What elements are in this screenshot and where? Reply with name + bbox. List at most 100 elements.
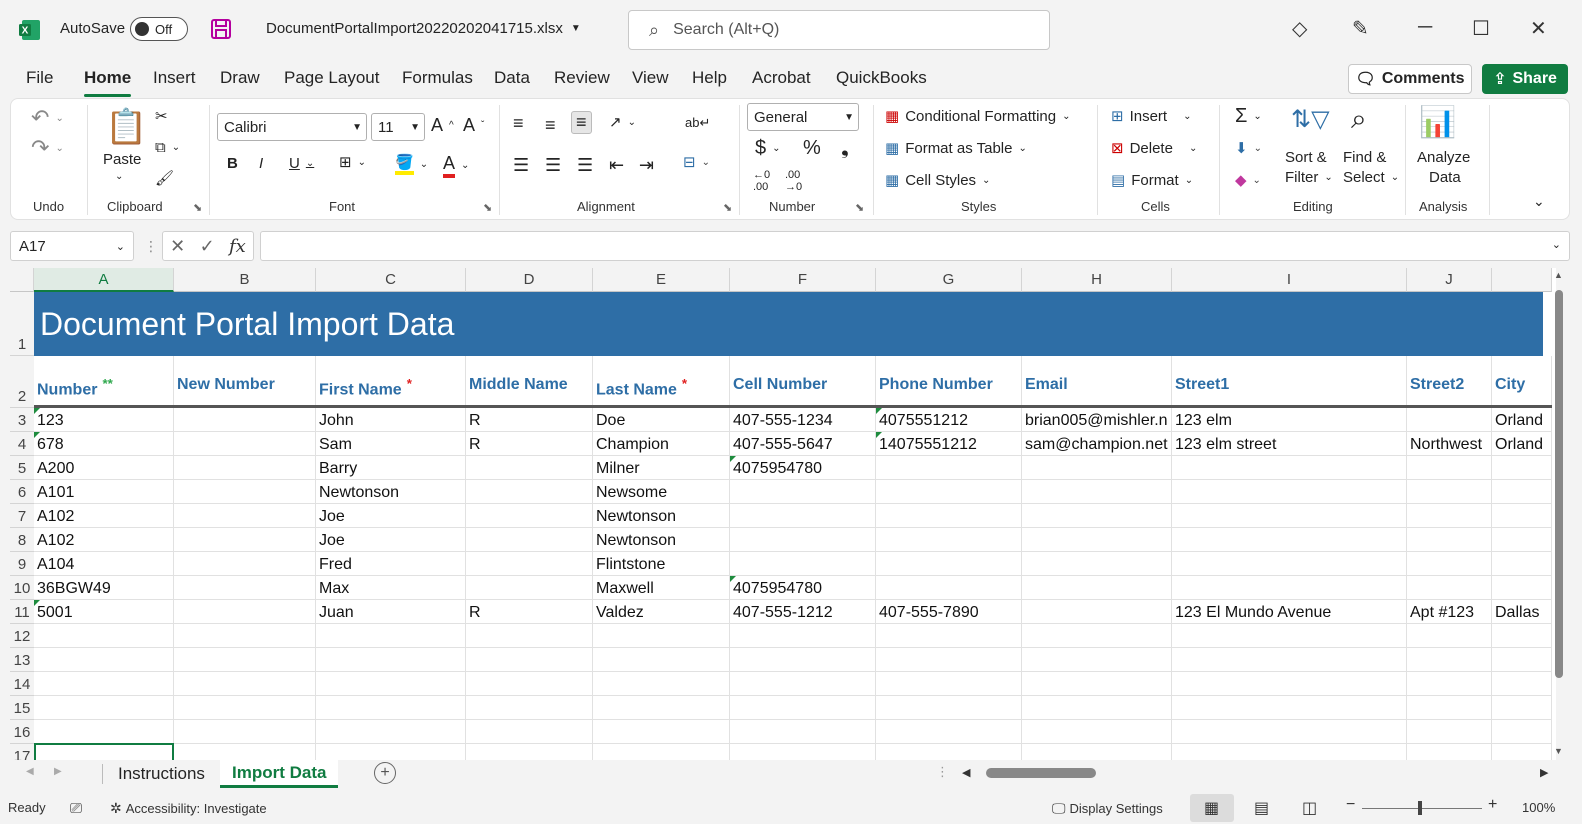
table-cell[interactable] [1407, 576, 1491, 600]
row-header[interactable]: 7 [10, 504, 34, 528]
cancel-icon[interactable]: ✕ [170, 236, 185, 257]
table-cell[interactable]: 4075551212 [876, 408, 1021, 432]
decrease-font-icon[interactable]: Aˇ [463, 115, 484, 136]
column-title-cell[interactable]: New Number [174, 376, 316, 394]
table-cell[interactable] [174, 432, 315, 456]
dialog-launcher-icon[interactable]: ⬊ [855, 201, 864, 214]
table-cell[interactable] [466, 528, 592, 552]
row-header[interactable]: 1 [10, 292, 34, 356]
table-cell[interactable] [1172, 552, 1406, 576]
table-cell[interactable] [174, 456, 315, 480]
percent-icon[interactable]: % [803, 137, 821, 160]
insert-cells-button[interactable]: ⊞ Insert ⌄ [1111, 107, 1191, 126]
wrap-text-icon[interactable]: ab↵ [685, 115, 710, 131]
table-cell[interactable] [466, 576, 592, 600]
row-header[interactable]: 11 [10, 600, 34, 624]
scroll-right-icon[interactable]: ▶ [1540, 766, 1548, 779]
column-title-cell[interactable]: Street2 [1407, 376, 1492, 394]
row-header[interactable]: 5 [10, 456, 34, 480]
table-cell[interactable] [1172, 480, 1406, 504]
pen-icon[interactable]: ✎ [1352, 16, 1369, 41]
column-title-cell[interactable]: Last Name * [593, 376, 730, 399]
select-all-corner[interactable] [10, 268, 34, 292]
table-cell[interactable]: Doe [593, 408, 729, 432]
table-cell[interactable]: Juan [316, 600, 465, 624]
table-cell[interactable]: Maxwell [593, 576, 729, 600]
tab-data[interactable]: Data [494, 68, 530, 88]
column-title-cell[interactable]: Phone Number [876, 376, 1022, 394]
column-header[interactable]: I [1172, 268, 1407, 292]
column-header[interactable]: F [730, 268, 876, 292]
table-cell[interactable] [466, 480, 592, 504]
error-indicator-icon[interactable] [730, 576, 736, 582]
table-cell[interactable] [876, 504, 1021, 528]
table-cell[interactable]: 407-555-5647 [730, 432, 875, 456]
table-cell[interactable]: R [466, 600, 592, 624]
error-indicator-icon[interactable] [34, 600, 40, 606]
table-cell[interactable] [876, 528, 1021, 552]
zoom-out-icon[interactable]: − [1346, 796, 1355, 814]
clear-icon[interactable]: ◆ ⌄ [1235, 171, 1261, 189]
table-cell[interactable]: 36BGW49 [34, 576, 173, 600]
table-cell[interactable] [174, 480, 315, 504]
column-title-cell[interactable]: Cell Number [730, 376, 876, 394]
cut-icon[interactable]: ✂ [155, 107, 168, 125]
table-cell[interactable]: Milner [593, 456, 729, 480]
increase-font-icon[interactable]: A ^ [431, 115, 454, 136]
table-cell[interactable] [174, 600, 315, 624]
copy-icon[interactable]: ⧉ ⌄ [155, 139, 180, 156]
analyze-data-label-2[interactable]: Data [1429, 169, 1461, 186]
table-cell[interactable]: Joe [316, 504, 465, 528]
table-cell[interactable]: Orland [1492, 432, 1551, 456]
normal-view-icon[interactable]: ▦ [1204, 798, 1219, 818]
column-header[interactable] [1492, 268, 1552, 292]
format-cells-button[interactable]: ▤ Format ⌄ [1111, 171, 1193, 190]
table-cell[interactable] [876, 552, 1021, 576]
table-cell[interactable] [1492, 528, 1551, 552]
increase-decimal-icon[interactable]: ←0.00 [753, 169, 770, 193]
row-header[interactable]: 13 [10, 648, 34, 672]
table-cell[interactable]: Champion [593, 432, 729, 456]
sort-filter-button[interactable]: Filter ⌄ [1285, 169, 1333, 186]
table-cell[interactable]: Joe [316, 528, 465, 552]
find-select-icon[interactable]: ⌕ [1351, 103, 1367, 136]
fill-color-icon[interactable]: 🪣 ⌄ [395, 153, 428, 175]
row-header[interactable]: 15 [10, 696, 34, 720]
expand-formula-icon[interactable]: ⌄ [1552, 238, 1561, 251]
sort-filter-icon[interactable]: ⇅▽ [1291, 105, 1330, 134]
table-cell[interactable] [1022, 480, 1171, 504]
number-format-select[interactable]: General ▼ [747, 103, 859, 131]
increase-indent-icon[interactable]: ⇥ [639, 155, 654, 176]
table-cell[interactable]: Apt #123 [1407, 600, 1491, 624]
tab-home[interactable]: Home [84, 68, 132, 97]
error-indicator-icon[interactable] [730, 456, 736, 462]
enter-icon[interactable]: ✓ [200, 236, 215, 257]
analyze-data-icon[interactable]: 📊 [1419, 105, 1456, 140]
dialog-launcher-icon[interactable]: ⬊ [193, 201, 202, 214]
table-cell[interactable]: A200 [34, 456, 173, 480]
fill-icon[interactable]: ⬇ ⌄ [1235, 139, 1262, 157]
table-cell[interactable]: 407-555-1234 [730, 408, 875, 432]
table-cell[interactable] [1022, 600, 1171, 624]
decrease-indent-icon[interactable]: ⇤ [609, 155, 624, 176]
delete-cells-button[interactable]: ⊠ Delete ⌄ [1111, 139, 1197, 158]
font-size-select[interactable]: 11 ▼ [371, 113, 425, 141]
sheet-tab-instructions[interactable]: Instructions [106, 760, 217, 788]
dialog-launcher-icon[interactable]: ⬊ [483, 201, 492, 214]
align-right-icon[interactable]: ☰ [577, 155, 593, 176]
row-header[interactable]: 2 [10, 356, 34, 408]
find-select-label-1[interactable]: Find & [1343, 149, 1386, 166]
share-button[interactable]: ⇪ Share [1482, 64, 1568, 94]
table-cell[interactable] [1172, 456, 1406, 480]
error-indicator-icon[interactable] [876, 432, 882, 438]
table-cell[interactable]: A102 [34, 504, 173, 528]
autosave-toggle[interactable]: Off [130, 17, 188, 41]
error-indicator-icon[interactable] [876, 408, 882, 414]
table-cell[interactable]: 4075954780 [730, 456, 875, 480]
display-settings-button[interactable]: 🖵 Display Settings [1052, 800, 1163, 817]
table-cell[interactable] [174, 504, 315, 528]
table-cell[interactable]: brian005@mishler.n [1022, 408, 1171, 432]
table-cell[interactable]: 407-555-1212 [730, 600, 875, 624]
row-header[interactable]: 17 [10, 744, 34, 760]
find-select-button[interactable]: Select ⌄ [1343, 169, 1399, 186]
